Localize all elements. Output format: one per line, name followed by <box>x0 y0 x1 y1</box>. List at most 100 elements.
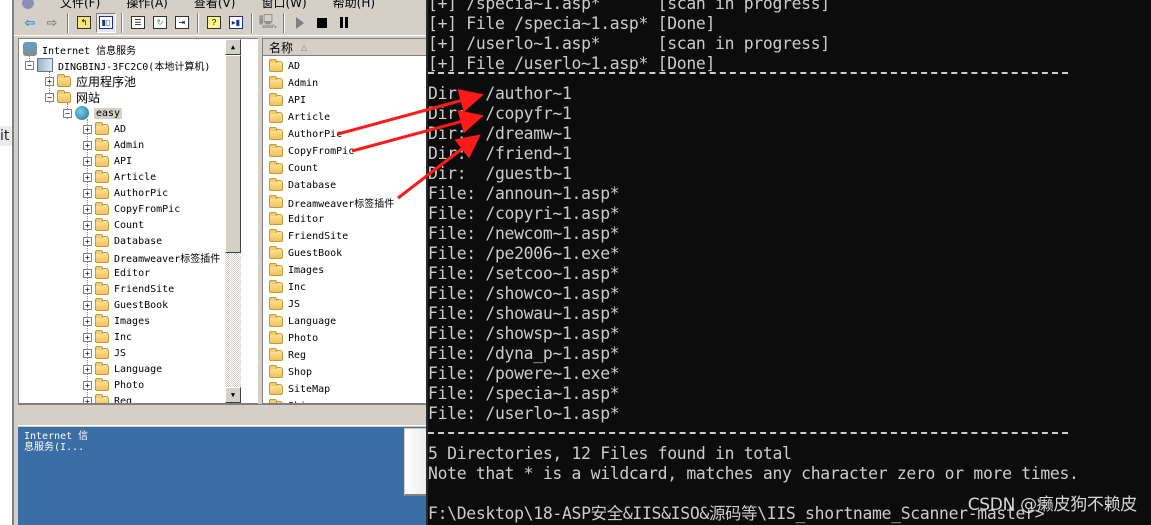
list-item[interactable]: Inc <box>263 279 428 296</box>
collapse-icon[interactable]: − <box>45 92 54 102</box>
tree-node-folder[interactable]: + Inc <box>83 329 132 345</box>
column-header-name[interactable]: 名称 △ <box>263 39 428 56</box>
tree-node-folder[interactable]: + AD <box>83 121 126 137</box>
list-item[interactable]: Count <box>263 160 428 177</box>
expand-icon[interactable]: + <box>83 268 92 278</box>
list-item[interactable]: Shop <box>263 364 428 381</box>
list-item[interactable]: AD <box>263 58 428 75</box>
expand-icon[interactable]: + <box>83 396 92 403</box>
list-item[interactable]: API <box>263 92 428 109</box>
list-item[interactable]: Reg <box>263 347 428 364</box>
tree-node-app-pools[interactable]: + 应用程序池 <box>45 73 136 89</box>
terminal-line: File: /pe2006~1.exe* <box>428 244 620 263</box>
list-item[interactable]: Admin <box>263 75 428 92</box>
collapse-icon[interactable]: − <box>63 108 72 118</box>
folder-icon <box>95 217 109 231</box>
tree-node-folder[interactable]: + Reg <box>83 393 132 403</box>
tree-node-label: Dreamweaver标签插件 <box>114 253 221 265</box>
expand-icon[interactable]: + <box>83 316 92 326</box>
list-item[interactable]: AuthorPic <box>263 126 428 143</box>
tree-node-label: Admin <box>114 139 145 151</box>
folder-icon <box>269 178 283 191</box>
expand-icon[interactable]: + <box>83 236 92 246</box>
expand-icon[interactable]: + <box>83 380 92 390</box>
list-item[interactable]: FriendSite <box>263 228 428 245</box>
expand-icon[interactable]: + <box>83 140 92 150</box>
folder-icon <box>269 195 283 208</box>
tree-node-folder[interactable]: + Photo <box>83 377 144 393</box>
tree-node-folder[interactable]: + Images <box>83 313 150 329</box>
expand-icon[interactable]: + <box>83 204 92 214</box>
start-button[interactable] <box>290 13 310 33</box>
export-list-button[interactable]: ⇥ <box>172 13 192 33</box>
help-button[interactable]: ? <box>204 13 224 33</box>
show-hide-action-pane-button[interactable]: ▸▮ <box>226 13 246 33</box>
folder-icon <box>95 345 109 359</box>
collapse-icon[interactable]: − <box>25 60 34 70</box>
expand-icon[interactable]: + <box>83 300 92 310</box>
list-item[interactable]: Database <box>263 177 428 194</box>
scroll-up-button[interactable]: ▲ <box>225 39 241 55</box>
tree-node-folder[interactable]: + CopyFromPic <box>83 201 180 217</box>
expand-icon[interactable]: + <box>83 220 92 230</box>
expand-icon[interactable]: + <box>83 124 92 134</box>
list-item[interactable]: JS <box>263 296 428 313</box>
refresh-button[interactable]: ↻ <box>150 13 170 33</box>
list-item[interactable]: GuestBook <box>263 245 428 262</box>
tree-node-folder[interactable]: + Dreamweaver标签插件 <box>83 249 220 265</box>
list-item[interactable]: Dreamweaver标签插件 <box>263 194 428 211</box>
expand-icon[interactable]: + <box>83 364 92 374</box>
menu-file[interactable]: 文件(F) <box>60 0 100 10</box>
up-one-level-button[interactable]: ↰ <box>74 13 94 33</box>
forward-button[interactable]: ⇨ <box>42 13 62 33</box>
tree-vertical-scrollbar[interactable]: ▲ ▼ <box>225 39 241 403</box>
list-item[interactable]: Images <box>263 262 428 279</box>
tree-node-computer[interactable]: − DINGBINJ-3FC2C0(本地计算机) <box>25 57 210 73</box>
list-item[interactable]: SiteMap <box>263 381 428 398</box>
terminal-window[interactable]: [+] /specia~1.asp* [scan in progress] [+]… <box>426 0 1151 525</box>
expand-icon[interactable]: + <box>83 188 92 198</box>
tree-node-folder[interactable]: + Language <box>83 361 162 377</box>
tree-node-folder[interactable]: + FriendSite <box>83 281 174 297</box>
tree-node-websites[interactable]: − 网站 <box>45 89 100 105</box>
expand-icon[interactable]: + <box>83 348 92 358</box>
tree-node-site-easy[interactable]: − easy <box>63 105 123 121</box>
pause-button[interactable] <box>334 13 354 33</box>
tree-node-folder[interactable]: + Editor <box>83 265 150 281</box>
tree-node-folder[interactable]: + Admin <box>83 137 144 153</box>
list-item[interactable]: Editor <box>263 211 428 228</box>
expand-icon[interactable]: + <box>83 156 92 166</box>
tree-node-folder[interactable]: + Count <box>83 217 144 233</box>
tree-node-folder[interactable]: + API <box>83 153 132 169</box>
tree-node-folder[interactable]: + JS <box>83 345 126 361</box>
tree-node-folder[interactable]: + Database <box>83 233 162 249</box>
tree-node-folder[interactable]: + GuestBook <box>83 297 168 313</box>
expand-icon[interactable]: + <box>83 252 92 262</box>
expand-icon[interactable]: + <box>83 172 92 182</box>
list-item[interactable]: Language <box>263 313 428 330</box>
folder-icon <box>269 161 283 174</box>
stop-button[interactable] <box>312 13 332 33</box>
show-hide-console-tree-button[interactable]: ▮▯ <box>96 12 116 33</box>
back-button[interactable]: ⇦ <box>20 13 40 33</box>
menu-help[interactable]: 帮助(H) <box>333 0 375 10</box>
menu-view[interactable]: 查看(V) <box>194 0 236 10</box>
tree-node-iis-root[interactable]: Internet 信息服务 <box>23 41 136 57</box>
terminal-line: File: /setcoo~1.asp* <box>428 264 620 283</box>
tree-node-folder[interactable]: + Article <box>83 169 156 185</box>
scrollbar-thumb[interactable] <box>225 55 241 253</box>
folder-icon <box>95 153 109 167</box>
tree-node-folder[interactable]: + AuthorPic <box>83 185 168 201</box>
list-item[interactable]: CopyFromPic <box>263 143 428 160</box>
menu-window[interactable]: 窗口(W) <box>261 0 306 10</box>
computer-button[interactable]: 🖳 <box>258 13 278 33</box>
expand-icon[interactable]: + <box>83 284 92 294</box>
scroll-down-button[interactable]: ▼ <box>225 387 241 403</box>
expand-icon[interactable]: + <box>83 332 92 342</box>
menu-bar: 文件(F) 操作(A) 查看(V) 窗口(W) 帮助(H) <box>14 0 426 10</box>
menu-action[interactable]: 操作(A) <box>126 0 168 10</box>
list-item[interactable]: Article <box>263 109 428 126</box>
properties-button[interactable]: ☰ <box>128 13 148 33</box>
expand-icon[interactable]: + <box>45 76 54 86</box>
list-item[interactable]: Photo <box>263 330 428 347</box>
